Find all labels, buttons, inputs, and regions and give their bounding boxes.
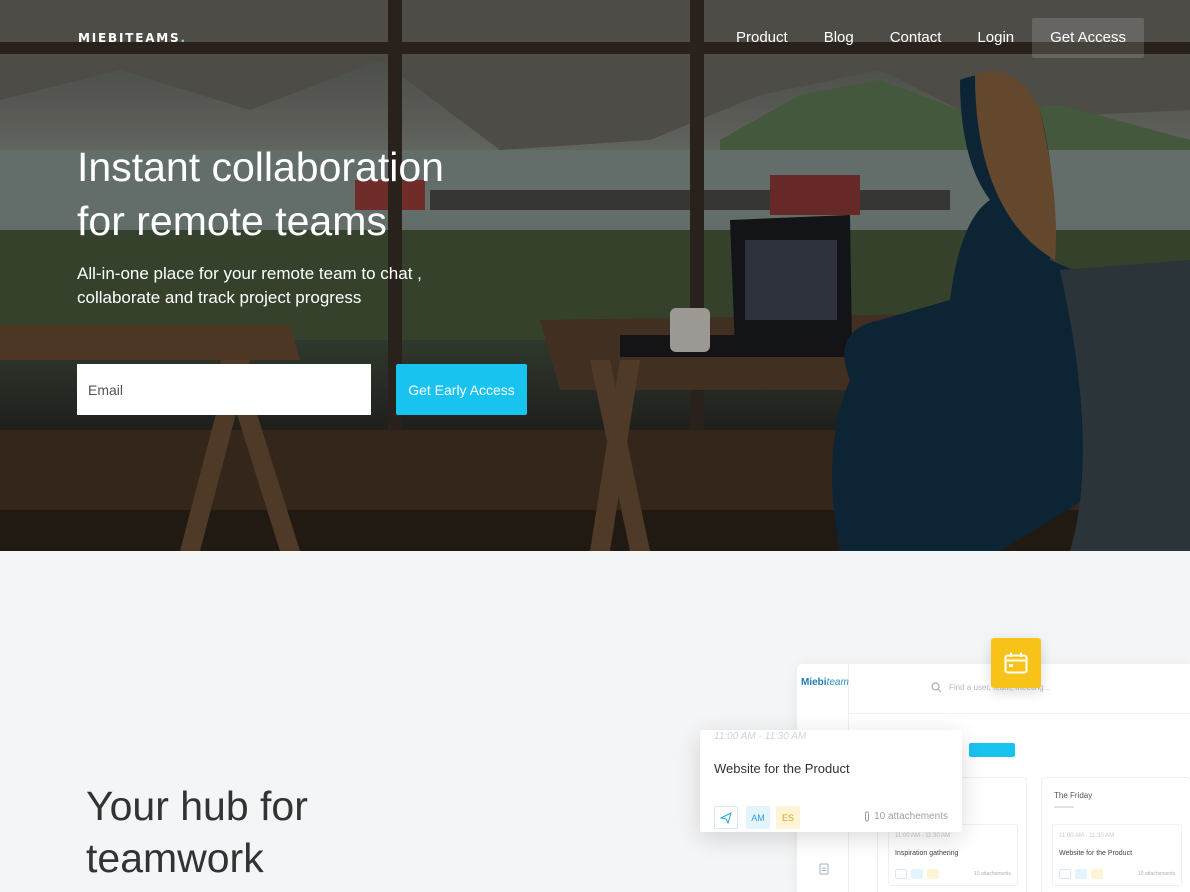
hero-headline-line1: Instant collaboration [77,144,444,190]
mock-brand-bold: Miebi [801,677,827,688]
nav-link-login[interactable]: Login [977,18,1014,58]
hero-headline-line2: for remote teams [77,198,387,244]
brand-logo[interactable]: MIEBITEAMS. [78,31,187,45]
document-icon [819,863,829,875]
event-card: 11:00 AM - 11:30 AM Website for the Prod… [700,730,962,832]
top-nav: Product Blog Contact Login Get Access [700,18,1144,58]
mock-brand: Miebiteam [801,677,849,688]
mock-card-1-title: Inspiration gathering [895,850,959,857]
mock-blue-button [969,743,1015,757]
hero-headline: Instant collaboration for remote teams [77,140,537,248]
avatar-initials-es: ES [776,806,800,829]
hero-section: MIEBITEAMS. Product Blog Contact Login G… [0,0,1190,551]
mock-chip [1059,869,1071,879]
mock-card-1: 11:00 AM - 11:30 AM Inspiration gatherin… [888,824,1018,886]
section-title-line2: teamwork [86,835,264,881]
mock-chip [927,869,939,879]
mock-chip [911,869,923,879]
event-time: 11:00 AM - 11:30 AM [714,731,807,742]
hero-sub-line2: collaborate and track project progress [77,288,362,307]
mock-card-1-attachments: 10 attachements [974,871,1011,877]
hero-subheadline: All-in-one place for your remote team to… [77,262,497,310]
event-attachments: 10 attachements [863,811,948,822]
email-input[interactable] [77,364,371,415]
mock-chip [1091,869,1103,879]
calendar-badge [991,638,1041,688]
mock-column-2-title: The Friday [1054,791,1093,800]
send-button [714,806,738,829]
mock-card-2: 11:00 AM - 11:30 AM Website for the Prod… [1052,824,1182,886]
get-early-access-button[interactable]: Get Early Access [396,364,527,415]
mock-brand-rest: team [826,677,849,688]
calendar-icon [1004,652,1028,674]
search-icon [931,682,942,693]
mock-card-2-chips [1059,869,1103,879]
mock-chip [1075,869,1087,879]
mock-card-1-chips [895,869,939,879]
nav-link-product[interactable]: Product [736,18,788,58]
mock-chip [895,869,907,879]
mock-card-2-time: 11:00 AM - 11:30 AM [1059,833,1115,839]
mock-card-2-title: Website for the Product [1059,850,1133,857]
get-access-button[interactable]: Get Access [1032,18,1144,58]
send-icon [720,811,732,824]
nav-link-contact[interactable]: Contact [890,18,942,58]
paperclip-icon [865,811,870,822]
section-title-line1: Your hub for [86,783,308,829]
avatar-initials-am: AM [746,806,770,829]
hero-sub-line1: All-in-one place for your remote team to… [77,264,422,283]
brand-logo-dot: . [180,31,187,45]
mock-column-2: The Friday 11:00 AM - 11:30 AM Website f… [1041,777,1190,892]
event-title: Website for the Product [714,761,850,776]
mock-column-2-underline [1054,806,1074,808]
brand-logo-text: MIEBITEAMS [78,31,181,45]
nav-link-blog[interactable]: Blog [824,18,854,58]
section-title: Your hub for teamwork [86,780,308,884]
mock-card-1-time: 11:00 AM - 11:30 AM [895,833,951,839]
mock-card-2-attachments: 10 attachements [1138,871,1175,877]
event-attachments-label: 10 attachements [874,811,948,822]
